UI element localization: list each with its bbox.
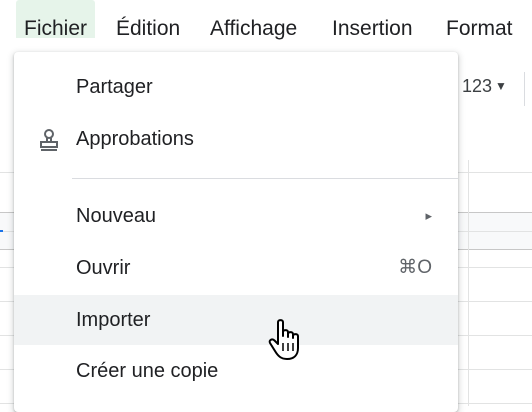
menu-item-label: Créer une copie: [76, 360, 219, 382]
menu-item-label: Partager: [76, 76, 153, 98]
number-format-dropdown[interactable]: 123 ▼: [462, 76, 507, 97]
menu-item-label: Ouvrir: [76, 257, 131, 279]
menu-item-partager[interactable]: Partager: [14, 62, 458, 112]
menubar: Fichier Édition Affichage Insertion Form…: [0, 0, 532, 52]
menu-item-creer-une-copie[interactable]: Créer une copie: [14, 346, 458, 396]
menu-item-label: Approbations: [76, 128, 194, 150]
menu-item-ouvrir[interactable]: Ouvrir ⌘O: [14, 243, 458, 293]
menu-item-label: Nouveau: [76, 205, 157, 227]
menu-item-nouveau[interactable]: Nouveau ▸: [14, 191, 458, 241]
submenu-arrow-icon: ▸: [425, 208, 432, 223]
number-format-label: 123: [462, 76, 493, 96]
menu-fichier[interactable]: Fichier: [16, 0, 96, 40]
menu-insertion[interactable]: Insertion: [324, 0, 421, 40]
menu-item-importer[interactable]: Importer: [14, 295, 458, 345]
stamp-icon: [36, 127, 62, 153]
menu-edition[interactable]: Édition: [108, 0, 188, 40]
toolbar-separator: [524, 72, 525, 106]
menu-affichage[interactable]: Affichage: [202, 0, 305, 40]
chevron-down-icon: ▼: [495, 79, 507, 93]
shortcut-text: ⌘O: [398, 257, 432, 278]
menu-format[interactable]: Format: [438, 0, 521, 40]
menu-item-approbations[interactable]: Approbations: [14, 114, 458, 164]
menu-separator: [72, 178, 458, 179]
selection-indicator: [0, 230, 3, 232]
menu-item-label: Importer: [76, 309, 151, 331]
file-menu: Partager Approbations Nouveau ▸ Ouvrir ⌘…: [14, 52, 458, 412]
hand-pointer-cursor-icon: [268, 318, 306, 362]
